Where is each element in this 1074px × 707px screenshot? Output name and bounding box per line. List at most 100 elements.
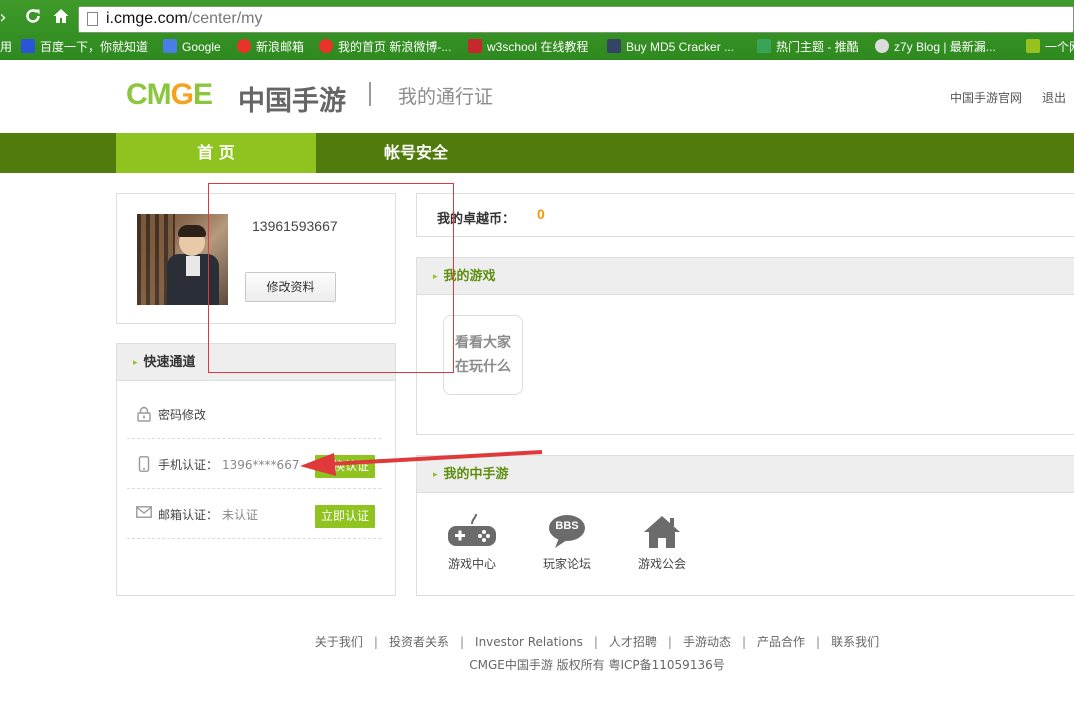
- logo-cmge: CMGE: [126, 78, 213, 111]
- logo-divider: [369, 82, 371, 106]
- bookmark-item[interactable]: 新浪邮箱: [237, 38, 304, 56]
- footer-link-news[interactable]: 手游动态: [683, 635, 731, 649]
- bookmarks-bar: 用 百度一下，你就知道 Google 新浪邮箱 我的首页 新浪微博-... w3…: [0, 35, 1074, 59]
- email-verify-row: 邮箱认证： 未认证 立即认证: [127, 489, 381, 539]
- coins-label: 我的卓越币：: [437, 212, 516, 227]
- my-cmge-title-text: 我的中手游: [443, 467, 509, 482]
- player-forum-label: 玩家论坛: [542, 557, 591, 571]
- game-guild-link[interactable]: 游戏公会: [632, 514, 692, 572]
- url-host: i.cmge.com: [106, 10, 188, 27]
- bookmark-item[interactable]: 热门主题 - 推酷: [757, 38, 859, 56]
- bookmark-label: Google: [182, 40, 221, 54]
- coins-value: 0: [537, 206, 545, 222]
- explore-games-tile[interactable]: 看看大家 在玩什么: [443, 315, 523, 395]
- quick-access-panel: ▸ 快速通道 密码修改 手机认证： 1396****667 更换认证 邮箱认证： 未认…: [116, 343, 396, 596]
- official-site-link[interactable]: 中国手游官网: [950, 89, 1022, 106]
- page-icon: [87, 12, 98, 26]
- bookmark-label: 我的首页 新浪微博-...: [338, 40, 452, 54]
- bookmark-label: Buy MD5 Cracker ...: [626, 40, 735, 54]
- phone-verify-label-text: 手机认证：: [158, 458, 219, 472]
- my-games-title-text: 我的游戏: [443, 269, 496, 284]
- weibo-icon: [237, 39, 251, 53]
- browser-toolbar: › i.cmge.com/center/my 用 百度一下，你就知道 Googl…: [0, 0, 1074, 60]
- game-center-label: 游戏中心: [447, 557, 496, 571]
- footer-link-investor-cn[interactable]: 投资者关系: [389, 635, 449, 649]
- phone-verify-row: 手机认证： 1396****667 更换认证: [127, 439, 381, 489]
- bookmark-label: 新浪邮箱: [256, 40, 305, 54]
- home-icon[interactable]: [50, 7, 72, 29]
- my-games-title: ▸ 我的游戏: [417, 258, 1074, 295]
- bookmark-item[interactable]: z7y Blog | 最新漏...: [875, 38, 996, 56]
- phone-number-masked: 1396****667: [222, 458, 300, 472]
- coins-panel: 我的卓越币： 0: [416, 193, 1074, 237]
- google-icon: [163, 39, 177, 53]
- explore-games-line2: 在玩什么: [455, 359, 511, 375]
- footer-copyright: CMGE中国手游 版权所有 粤ICP备11059136号: [469, 658, 725, 672]
- w3school-icon: [468, 39, 482, 53]
- bookmark-label: z7y Blog | 最新漏...: [894, 40, 996, 54]
- bookmark-label: w3school 在线教程: [487, 40, 589, 54]
- change-phone-verify-button[interactable]: 更换认证: [315, 455, 375, 478]
- bookmark-item[interactable]: w3school 在线教程: [468, 38, 588, 56]
- password-change-link[interactable]: 密码修改: [158, 406, 206, 423]
- footer-link-about[interactable]: 关于我们: [315, 635, 363, 649]
- bookmark-item[interactable]: 百度一下，你就知道: [21, 38, 148, 56]
- game-center-link[interactable]: 游戏中心: [442, 513, 502, 572]
- footer-link-investor-en[interactable]: Investor Relations: [475, 635, 583, 649]
- username: 13961593667: [252, 218, 338, 234]
- explore-games-line1: 看看大家: [455, 335, 511, 351]
- game-guild-label: 游戏公会: [637, 557, 686, 571]
- player-forum-link[interactable]: BBS 玩家论坛: [537, 514, 597, 572]
- footer-link-contact[interactable]: 联系我们: [831, 635, 879, 649]
- tab-home[interactable]: 首 页: [116, 133, 316, 173]
- house-icon: [632, 514, 692, 550]
- my-cmge-panel: ▸ 我的中手游 游戏中心 BBS 玩家论坛 游戏公会: [416, 455, 1074, 596]
- main-nav: 首 页 帐号安全: [0, 133, 1074, 173]
- email-verify-label-text: 邮箱认证：: [158, 508, 219, 522]
- bookmark-item[interactable]: 用: [0, 38, 12, 56]
- baidu-icon: [21, 39, 35, 53]
- bookmark-item[interactable]: Buy MD5 Cracker ...: [607, 38, 734, 56]
- blog-icon: [875, 39, 889, 53]
- bookmark-label: 一个网: [1045, 40, 1074, 54]
- my-cmge-title: ▸ 我的中手游: [417, 456, 1074, 493]
- lock-icon: [136, 406, 152, 422]
- gamepad-icon: [442, 513, 502, 550]
- edit-profile-button[interactable]: 修改资料: [245, 272, 336, 302]
- email-verify-label: 邮箱认证： 未认证: [158, 506, 258, 523]
- bookmark-y-icon: [1026, 39, 1040, 53]
- md5-icon: [607, 39, 621, 53]
- tuicool-icon: [757, 39, 771, 53]
- forward-icon[interactable]: ›: [0, 7, 14, 29]
- bookmark-item[interactable]: Google: [163, 38, 221, 56]
- profile-card: 13961593667 修改资料: [116, 193, 396, 324]
- arrow-right-icon: ▸: [433, 470, 438, 480]
- tab-account-security[interactable]: 帐号安全: [316, 133, 516, 173]
- bookmark-item[interactable]: 我的首页 新浪微博-...: [319, 38, 451, 56]
- logo-cn: 中国手游: [238, 86, 346, 117]
- logout-link[interactable]: 退出: [1042, 89, 1066, 106]
- phone-verify-label: 手机认证： 1396****667: [158, 456, 299, 473]
- footer-link-partners[interactable]: 产品合作: [757, 635, 805, 649]
- bbs-icon: BBS: [537, 514, 597, 550]
- bookmark-label: 用: [0, 40, 13, 54]
- footer-link-careers[interactable]: 人才招聘: [609, 635, 657, 649]
- weibo-icon: [319, 39, 333, 53]
- arrow-right-icon: ▸: [433, 272, 438, 282]
- email-verify-status: 未认证: [222, 508, 259, 522]
- arrow-right-icon: ▸: [133, 358, 138, 368]
- mobile-icon: [136, 456, 152, 472]
- reload-icon[interactable]: [22, 7, 44, 29]
- bookmark-item[interactable]: 一个网: [1026, 38, 1074, 56]
- page-title: 我的通行证: [398, 86, 494, 108]
- quick-access-title-text: 快速通道: [143, 355, 196, 370]
- mail-icon: [136, 506, 152, 522]
- password-change-row[interactable]: 密码修改: [127, 389, 381, 439]
- url-text[interactable]: i.cmge.com/center/my: [106, 10, 262, 28]
- quick-access-title: ▸ 快速通道: [117, 344, 395, 381]
- avatar: [137, 214, 228, 305]
- address-bar[interactable]: i.cmge.com/center/my: [78, 6, 1074, 33]
- bookmark-label: 热门主题 - 推酷: [776, 40, 859, 54]
- verify-email-button[interactable]: 立即认证: [315, 505, 375, 528]
- bookmark-label: 百度一下，你就知道: [40, 40, 149, 54]
